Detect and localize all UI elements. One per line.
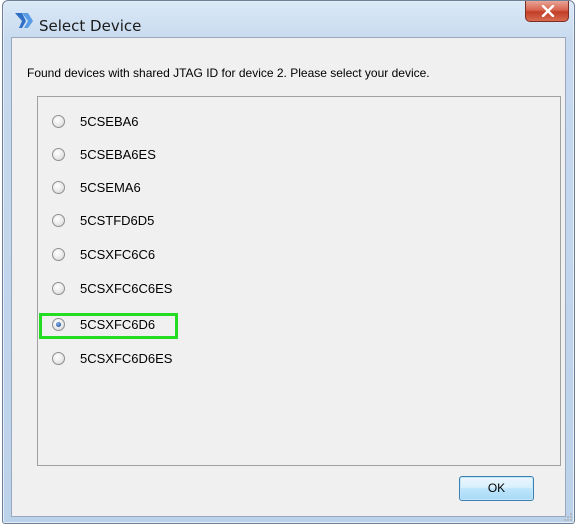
device-option-label: 5CSEMA6	[80, 180, 141, 195]
selection-highlight-box	[39, 313, 178, 339]
radio-button[interactable]	[52, 352, 65, 365]
radio-button[interactable]	[52, 214, 65, 227]
radio-button[interactable]	[52, 248, 65, 261]
close-icon	[541, 5, 555, 17]
device-option-label: 5CSTFD6D5	[80, 213, 155, 228]
resize-grip-icon[interactable]	[563, 512, 573, 522]
title-bar[interactable]: Select Device	[3, 1, 574, 37]
radio-button[interactable]	[52, 282, 65, 295]
radio-button[interactable]	[52, 148, 65, 161]
ok-button[interactable]: OK	[459, 476, 534, 501]
instruction-text: Found devices with shared JTAG ID for de…	[27, 66, 430, 80]
window-title: Select Device	[39, 17, 142, 35]
device-option-label: 5CSEBA6	[80, 114, 139, 129]
radio-button[interactable]	[52, 181, 65, 194]
radio-button[interactable]	[52, 115, 65, 128]
device-option-label: 5CSXFC6C6ES	[80, 281, 173, 296]
app-icon	[13, 10, 35, 30]
close-button[interactable]	[525, 1, 569, 22]
device-option-label: 5CSXFC6D6ES	[80, 351, 173, 366]
device-option-label: 5CSXFC6C6	[80, 247, 156, 262]
device-option-label: 5CSEBA6ES	[80, 147, 156, 162]
